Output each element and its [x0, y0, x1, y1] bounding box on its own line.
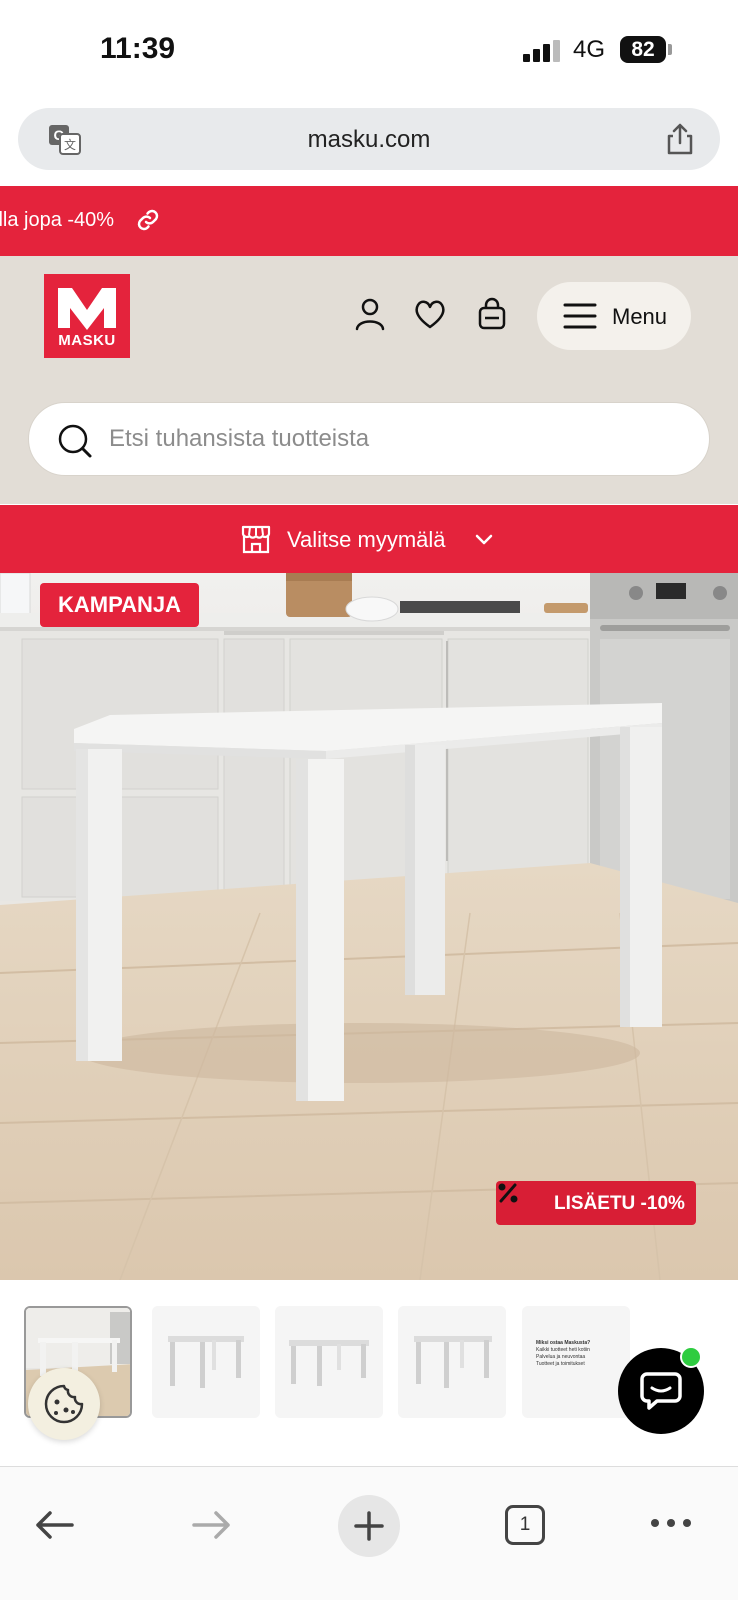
logo-text: MASKU — [58, 332, 116, 349]
menu-label: Menu — [612, 304, 668, 329]
thumbnail-image — [398, 1306, 506, 1418]
info-card-line: Kaikki tuotteet heti kotiin — [536, 1347, 590, 1353]
tab-switcher-button[interactable]: 1 — [505, 1505, 545, 1545]
plus-icon — [354, 1511, 384, 1541]
battery-icon: 82 — [620, 36, 666, 63]
thumbnail-3[interactable] — [275, 1306, 383, 1418]
thumbnail-image — [275, 1306, 383, 1418]
cookie-icon — [44, 1384, 84, 1424]
promo-banner[interactable]: illa jopa -40% — [0, 186, 738, 256]
thumbnail-2[interactable] — [152, 1306, 260, 1418]
thumbnail-image — [152, 1306, 260, 1418]
thumbnail-4[interactable] — [398, 1306, 506, 1418]
bag-icon[interactable] — [474, 296, 510, 332]
translate-icon[interactable]: G 文 — [48, 124, 82, 156]
search-icon — [58, 424, 92, 458]
chevron-down-icon — [475, 534, 493, 545]
info-card-line: Palvelua ja neuvontaa — [536, 1354, 586, 1360]
search-bar[interactable] — [28, 402, 710, 476]
store-selector[interactable]: Valitse myymälä — [0, 505, 738, 573]
back-arrow-icon[interactable] — [32, 1507, 76, 1543]
store-label: Valitse myymälä — [287, 527, 446, 552]
status-bar: 11:39 4G 82 — [0, 0, 738, 100]
thumbnail-5[interactable]: Miksi ostaa Maskusta? Kaikki tuotteet he… — [522, 1306, 630, 1418]
promo-text[interactable]: illa jopa -40% — [0, 209, 114, 232]
more-options-icon[interactable] — [650, 1517, 692, 1529]
share-icon[interactable] — [664, 122, 696, 156]
heart-icon[interactable] — [412, 296, 448, 332]
product-hero-image[interactable]: KAMPANJA LISÄETU -10% — [0, 573, 738, 1280]
site-header: MASKU Menu — [0, 256, 738, 504]
product-photo — [0, 573, 738, 1280]
info-card-line: Tuotteet ja toimitukset — [536, 1361, 585, 1367]
user-icon[interactable] — [352, 296, 388, 332]
campaign-badge: KAMPANJA — [40, 583, 200, 627]
new-tab-button[interactable] — [338, 1495, 400, 1557]
forward-arrow-icon[interactable] — [190, 1507, 234, 1543]
signal-icon — [523, 40, 563, 62]
masku-logo[interactable]: MASKU — [44, 274, 130, 358]
store-icon — [241, 525, 271, 554]
address-bar[interactable]: masku.com G 文 — [18, 108, 720, 170]
extra-discount-badge: LISÄETU -10% — [496, 1181, 696, 1225]
hamburger-icon — [563, 303, 597, 329]
network-type: 4G — [573, 36, 606, 63]
link-icon[interactable] — [136, 208, 160, 232]
extra-discount-label: LISÄETU -10% — [554, 1193, 685, 1214]
info-card-line: Miksi ostaa Maskusta? — [536, 1340, 591, 1346]
chat-icon — [640, 1372, 682, 1410]
thumbnail-strip: Miksi ostaa Maskusta? Kaikki tuotteet he… — [0, 1280, 738, 1465]
cookie-settings-button[interactable] — [28, 1368, 100, 1440]
online-status-dot — [680, 1346, 702, 1368]
status-time: 11:39 — [100, 32, 176, 65]
percent-icon — [498, 1183, 518, 1203]
logo-m-mark — [58, 288, 116, 330]
battery-tip — [668, 44, 672, 55]
search-input[interactable] — [109, 421, 669, 457]
menu-button[interactable]: Menu — [537, 282, 691, 350]
svg-text:文: 文 — [64, 137, 76, 152]
browser-toolbar: 1 — [0, 1466, 738, 1600]
info-card-text: Miksi ostaa Maskusta? Kaikki tuotteet he… — [536, 1340, 620, 1368]
url-text[interactable]: masku.com — [18, 126, 720, 154]
